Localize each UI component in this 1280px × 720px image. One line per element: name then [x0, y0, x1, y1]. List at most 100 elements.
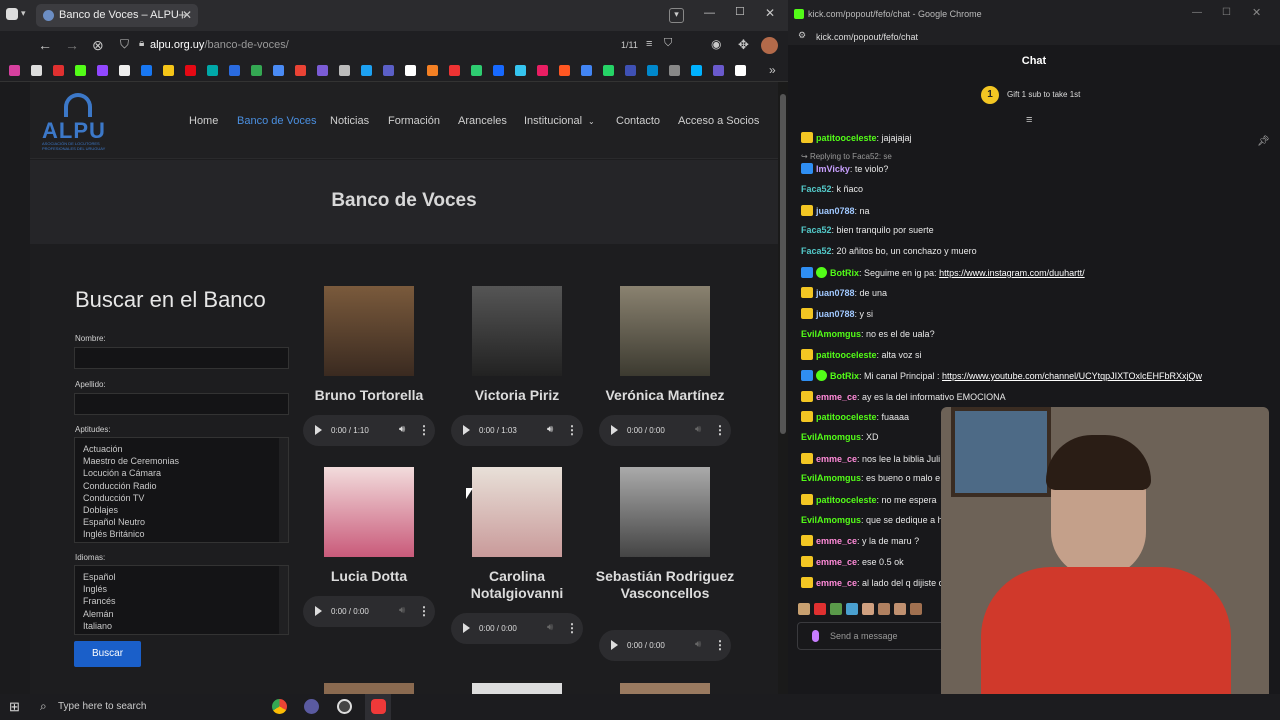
bookmark-icon-6[interactable]	[119, 65, 130, 76]
aptitudes-select[interactable]: Actuación Maestro de Ceremonias Locución…	[74, 437, 289, 543]
forward-icon[interactable]: →	[65, 38, 79, 52]
voice-photo[interactable]	[472, 467, 562, 557]
profile-avatar[interactable]	[761, 37, 778, 54]
volume-icon[interactable]: 🔊︎	[399, 605, 405, 616]
audio-player[interactable]: 0:00 / 0:00 🔊︎ ⋮	[599, 415, 731, 446]
close-window-icon[interactable]: ✕	[765, 7, 775, 19]
bookmark-icon-13[interactable]	[273, 65, 284, 76]
audio-player[interactable]: 0:00 / 1:03 🔊︎ ⋮	[451, 415, 583, 446]
chat-username[interactable]: EvilAmomgus	[801, 515, 861, 525]
idioma-option[interactable]: Español	[75, 571, 288, 583]
nav-aranceles[interactable]: Aranceles	[458, 115, 507, 127]
bookmark-icon-11[interactable]	[229, 65, 240, 76]
aptitud-option[interactable]: Actuación	[75, 443, 288, 455]
more-options-icon[interactable]: ⋮	[714, 423, 726, 437]
address-bar[interactable]: alpu.org.uy/banco-de-voces/	[150, 39, 289, 51]
volume-icon[interactable]: 🔊︎	[695, 424, 701, 435]
more-options-icon[interactable]: ⋮	[566, 423, 578, 437]
play-icon[interactable]	[315, 425, 322, 435]
emote-icon[interactable]	[894, 603, 906, 615]
aptitud-option[interactable]: Locución a Cámara	[75, 467, 288, 479]
chat-message[interactable]: emme_ce: y la de maru ?	[801, 535, 919, 546]
chat-username[interactable]: juan0788	[816, 288, 855, 298]
chat-message[interactable]: emme_ce: ay es la del informativo EMOCIO…	[801, 391, 1006, 402]
voice-name[interactable]: Sebastián Rodriguez Vasconcellos	[591, 568, 739, 602]
aptitud-option[interactable]: Español Neutro	[75, 516, 288, 528]
play-icon[interactable]	[611, 425, 618, 435]
nombre-input[interactable]	[74, 347, 289, 369]
audio-player[interactable]: 0:00 / 0:00 🔊︎ ⋮	[451, 613, 583, 644]
bookmark-icon-15[interactable]	[317, 65, 328, 76]
bookmark-icon-8[interactable]	[163, 65, 174, 76]
back-icon[interactable]: ←	[38, 38, 52, 52]
chat-username[interactable]: juan0788	[816, 309, 855, 319]
bookmark-icon-30[interactable]	[647, 65, 658, 76]
chat-message[interactable]: Faca52: bien tranquilo por suerte	[801, 225, 934, 235]
chat-username[interactable]: EvilAmomgus	[801, 432, 861, 442]
bookmark-icon-1[interactable]	[9, 65, 20, 76]
bookmark-icon-9[interactable]	[185, 65, 196, 76]
chat-username[interactable]: patitooceleste	[816, 350, 877, 360]
aptitud-option[interactable]: Conducción Radio	[75, 480, 288, 492]
bookmark-icon-22[interactable]	[471, 65, 482, 76]
bookmark-icon-18[interactable]	[383, 65, 394, 76]
chat-message[interactable]: EvilAmomgus: que se dedique a h	[801, 515, 943, 525]
microphone-icon[interactable]	[812, 630, 819, 642]
site-info-icon[interactable]: ⚙	[798, 31, 806, 40]
chat-username[interactable]: Faca52	[801, 184, 832, 194]
aptitud-option[interactable]: Maestro de Ceremonias	[75, 455, 288, 467]
filter-icon[interactable]: ≡	[1026, 115, 1032, 126]
chat-link[interactable]: https://www.instagram.com/duuhartt/	[939, 268, 1085, 278]
aptitud-option[interactable]: Inglés Británico	[75, 528, 288, 540]
idiomas-scrollbar[interactable]	[279, 566, 288, 634]
chat-username[interactable]: patitooceleste	[816, 495, 877, 505]
search-icon[interactable]: ⌕	[40, 700, 47, 712]
voice-photo[interactable]	[620, 467, 710, 557]
gift-rank-badge[interactable]: 1	[981, 86, 999, 104]
bookmark-icon-27[interactable]	[581, 65, 592, 76]
play-icon[interactable]	[463, 623, 470, 633]
bookmark-icon-31[interactable]	[669, 65, 680, 76]
chat-message[interactable]: BotRix: Seguime en ig pa: https://www.in…	[801, 267, 1085, 278]
nav-home[interactable]: Home	[189, 115, 218, 127]
bookmark-icon-32[interactable]	[691, 65, 702, 76]
emote-icon[interactable]	[830, 603, 842, 615]
chat-link[interactable]: https://www.youtube.com/channel/UCYtqpJI…	[942, 371, 1202, 381]
chat-username[interactable]: Faca52	[801, 225, 832, 235]
emote-strip[interactable]	[798, 603, 938, 617]
scrollbar-thumb[interactable]	[780, 94, 786, 434]
apellido-input[interactable]	[74, 393, 289, 415]
aptitudes-scrollbar[interactable]	[279, 438, 288, 542]
chat-username[interactable]: emme_ce	[816, 557, 857, 567]
tab-dropdown-button[interactable]: ▾	[669, 8, 684, 23]
buscar-button[interactable]: Buscar	[74, 641, 141, 667]
vivaldi-menu-icon[interactable]	[6, 8, 18, 20]
chat-username[interactable]: emme_ce	[816, 578, 857, 588]
bookmark-icon-3[interactable]	[53, 65, 64, 76]
close-window-icon[interactable]: ✕	[1252, 8, 1261, 19]
bookmark-icon-12[interactable]	[251, 65, 262, 76]
more-options-icon[interactable]: ⋮	[418, 604, 430, 618]
emote-icon[interactable]	[798, 603, 810, 615]
chat-username[interactable]: emme_ce	[816, 536, 857, 546]
voice-name[interactable]: Verónica Martínez	[591, 387, 739, 404]
chat-username[interactable]: patitooceleste	[816, 412, 877, 422]
chat-username[interactable]: Faca52	[801, 246, 832, 256]
shield-icon[interactable]: ⛉	[120, 38, 129, 50]
chat-message[interactable]: Faca52: k ñaco	[801, 184, 863, 194]
idioma-option[interactable]: Francés	[75, 595, 288, 607]
reader-icon[interactable]: ≡	[646, 39, 652, 50]
obs-taskbar-icon[interactable]	[337, 699, 352, 714]
chat-username[interactable]: EvilAmomgus	[801, 329, 861, 339]
play-icon[interactable]	[463, 425, 470, 435]
tab-banco-de-voces[interactable]: Banco de Voces – ALPU ✕	[36, 4, 198, 27]
nav-contacto[interactable]: Contacto	[616, 115, 660, 127]
idioma-option[interactable]: Alemán	[75, 608, 288, 620]
nav-acceso-a-socios[interactable]: Acceso a Socios	[678, 115, 759, 127]
nav-formacion[interactable]: Formación	[388, 115, 440, 127]
volume-icon[interactable]: 🔊︎	[695, 639, 701, 650]
nav-banco-de-voces[interactable]: Banco de Voces	[237, 115, 317, 127]
bookmark-icon-4[interactable]	[75, 65, 86, 76]
emote-icon[interactable]	[878, 603, 890, 615]
idioma-option[interactable]: Inglés	[75, 583, 288, 595]
